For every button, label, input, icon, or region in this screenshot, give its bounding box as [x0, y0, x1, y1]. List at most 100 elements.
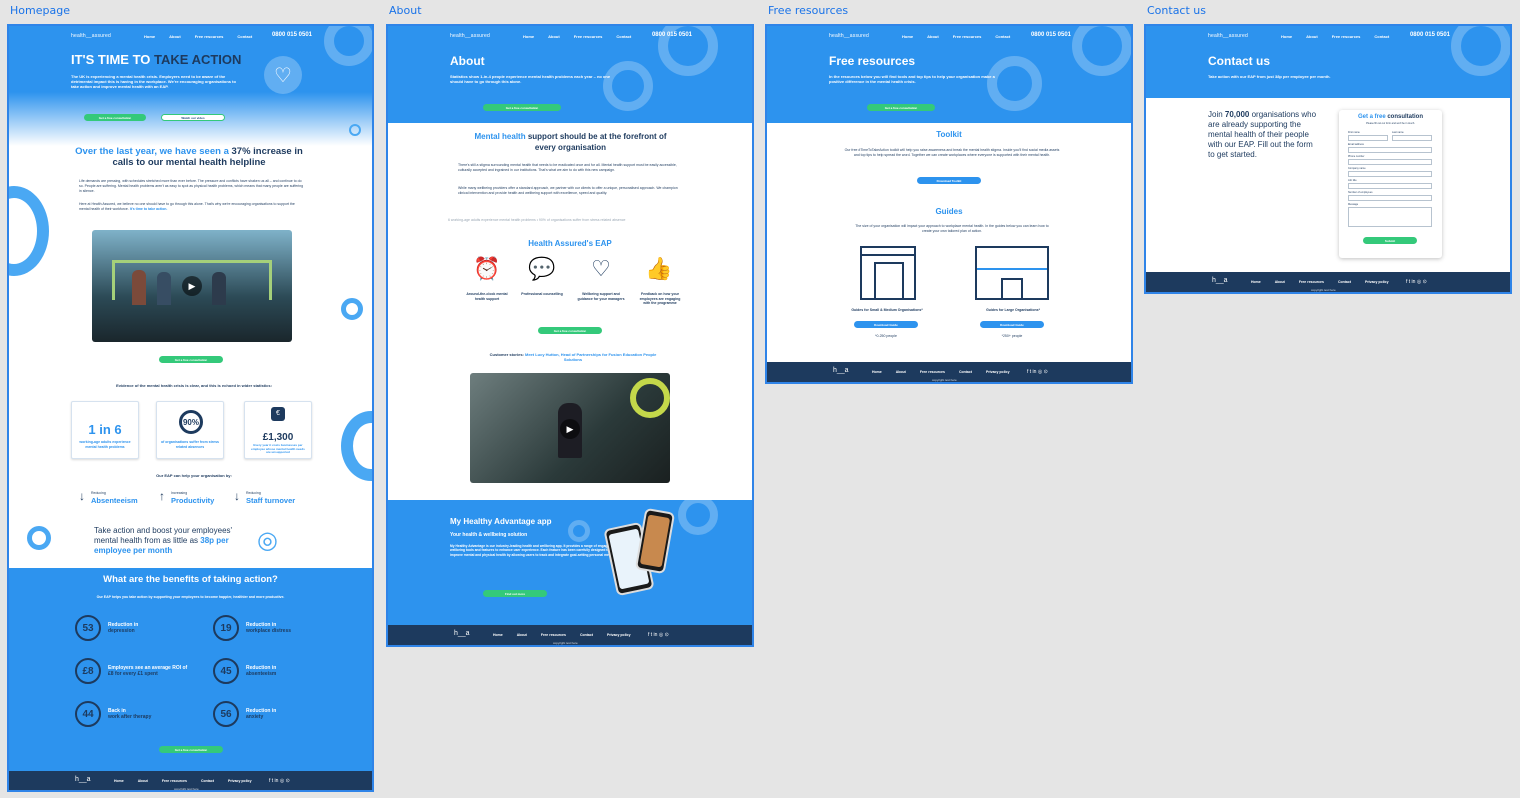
footer-link-resources[interactable]: Free resources: [920, 370, 945, 374]
social-icons[interactable]: f t in ◎ ⊙: [648, 632, 669, 638]
site-logo[interactable]: health__assured: [71, 33, 111, 39]
footer-link-about[interactable]: About: [1275, 280, 1285, 284]
consult-button[interactable]: Get a free consultation: [159, 746, 223, 753]
social-icons[interactable]: f t in ◎ ⊙: [1027, 369, 1048, 375]
frame-label-resources[interactable]: Free resources: [768, 4, 848, 17]
footer-link-resources[interactable]: Free resources: [1299, 280, 1324, 284]
nav-link-resources[interactable]: Free resources: [953, 34, 982, 39]
footer-link-about[interactable]: About: [138, 779, 148, 783]
footer-link-contact[interactable]: Contact: [1338, 280, 1351, 284]
footer-logo[interactable]: h__a: [833, 367, 849, 374]
nav-link-resources[interactable]: Free resources: [574, 34, 603, 39]
nav-phone[interactable]: 0800 015 0501: [272, 32, 312, 38]
site-logo[interactable]: health__assured: [829, 33, 869, 39]
nav-link-home[interactable]: Home: [523, 34, 534, 39]
boost-text: Take action and boost your employees' me…: [94, 526, 244, 556]
nav-link-contact[interactable]: Contact: [616, 34, 631, 39]
first-name-input[interactable]: [1348, 135, 1388, 141]
footer-link-resources[interactable]: Free resources: [541, 633, 566, 637]
footer-copyright: copyright text here: [174, 787, 199, 791]
footer-link-contact[interactable]: Contact: [959, 370, 972, 374]
consult-button[interactable]: Get a free consultation: [538, 327, 602, 334]
site-logo[interactable]: health__assured: [450, 33, 490, 39]
footer-link-privacy[interactable]: Privacy policy: [986, 370, 1010, 374]
footer-logo[interactable]: h__a: [75, 776, 91, 783]
job-title-input[interactable]: [1348, 183, 1432, 189]
frame-label-contact[interactable]: Contact us: [1147, 4, 1206, 17]
nav-link-resources[interactable]: Free resources: [195, 34, 224, 39]
frame-label-about[interactable]: About: [389, 4, 422, 17]
customer-video[interactable]: ▶: [470, 373, 670, 483]
footer-link-privacy[interactable]: Privacy policy: [607, 633, 631, 637]
nav-link-about[interactable]: About: [548, 34, 560, 39]
frame-label-homepage[interactable]: Homepage: [10, 4, 70, 17]
footer-logo[interactable]: h__a: [454, 630, 470, 637]
eap-item-label: Professional counselling: [521, 292, 563, 296]
nav-link-about[interactable]: About: [169, 34, 181, 39]
nav-link-resources[interactable]: Free resources: [1332, 34, 1361, 39]
small-shop-icon: [860, 246, 916, 300]
download-toolkit-button[interactable]: Download Toolkit: [917, 177, 981, 184]
nav-link-contact[interactable]: Contact: [237, 34, 252, 39]
benefits-subtitle: Our EAP helps you take action by support…: [96, 595, 285, 599]
play-icon[interactable]: ▶: [182, 276, 202, 296]
last-name-input[interactable]: [1392, 135, 1432, 141]
nav-link-home[interactable]: Home: [902, 34, 913, 39]
nav-phone[interactable]: 0800 015 0501: [1410, 32, 1450, 38]
watch-video-button[interactable]: Watch our video: [161, 114, 225, 121]
stat-card-label: Every year it costs businesses per emplo…: [251, 443, 305, 455]
nav-link-home[interactable]: Home: [1281, 34, 1292, 39]
footer-link-privacy[interactable]: Privacy policy: [228, 779, 252, 783]
social-icons[interactable]: f t in ◎ ⊙: [269, 778, 290, 784]
help-small: Reducing: [91, 491, 106, 495]
company-input[interactable]: [1348, 171, 1432, 177]
footer-link-home[interactable]: Home: [1251, 280, 1261, 284]
social-icons[interactable]: f t in ◎ ⊙: [1406, 279, 1427, 285]
consult-button[interactable]: Get a free consultation: [483, 104, 561, 111]
customer-story-b[interactable]: Meet Lucy Hutton, Head of Partnerships f…: [525, 352, 656, 362]
email-input[interactable]: [1348, 147, 1432, 153]
nav-phone[interactable]: 0800 015 0501: [652, 32, 692, 38]
message-textarea[interactable]: [1348, 207, 1432, 227]
consult-button[interactable]: Get a free consultation: [159, 356, 223, 363]
download-guide-button[interactable]: Download Guide: [980, 321, 1044, 328]
footer-logo[interactable]: h__a: [1212, 277, 1228, 284]
guides-heading: Guides: [935, 207, 963, 216]
footer-link-resources[interactable]: Free resources: [162, 779, 187, 783]
consult-button[interactable]: Get a free consultation: [867, 104, 935, 111]
footer-link-about[interactable]: About: [517, 633, 527, 637]
footer-link-home[interactable]: Home: [872, 370, 882, 374]
guide-large-label: Guides for Large Organisations*: [986, 308, 1040, 312]
consult-button[interactable]: Get a free consultation: [84, 114, 146, 121]
home-para-2: Here at Health Assured, we believe no on…: [79, 202, 304, 212]
nav-link-home[interactable]: Home: [144, 34, 155, 39]
nav-phone[interactable]: 0800 015 0501: [1031, 32, 1071, 38]
about-heading-b: support should be at the forefront of ev…: [525, 132, 667, 152]
play-icon[interactable]: ▶: [560, 419, 580, 439]
footer-link-privacy[interactable]: Privacy policy: [1365, 280, 1389, 284]
take-action-link[interactable]: It's time to take action.: [130, 207, 168, 211]
contact-frame: health__assured Home About Free resource…: [1144, 24, 1512, 294]
last-name-label: Last name: [1392, 131, 1404, 134]
find-out-more-button[interactable]: Find out more: [483, 590, 547, 597]
footer-copyright: copyright text here: [553, 641, 578, 645]
footer-link-home[interactable]: Home: [493, 633, 503, 637]
consultation-form: Get a free consultation Please fill out …: [1339, 110, 1442, 258]
footer-link-about[interactable]: About: [896, 370, 906, 374]
footer-link-home[interactable]: Home: [114, 779, 124, 783]
home-video[interactable]: ▶: [92, 230, 292, 342]
submit-button[interactable]: Submit: [1363, 237, 1417, 244]
nav-link-about[interactable]: About: [927, 34, 939, 39]
nav-link-contact[interactable]: Contact: [1374, 34, 1389, 39]
phone-input[interactable]: [1348, 159, 1432, 165]
nav-link-about[interactable]: About: [1306, 34, 1318, 39]
site-footer: h__a Home About Free resources Contact P…: [767, 362, 1131, 382]
footer-link-contact[interactable]: Contact: [201, 779, 214, 783]
join-text: Join 70,000 organisations who are alread…: [1208, 110, 1318, 160]
download-guide-button[interactable]: Download Guide: [854, 321, 918, 328]
site-logo[interactable]: health__assured: [1208, 33, 1248, 39]
person-figure: [212, 272, 226, 305]
footer-link-contact[interactable]: Contact: [580, 633, 593, 637]
employees-select[interactable]: [1348, 195, 1432, 201]
nav-link-contact[interactable]: Contact: [995, 34, 1010, 39]
